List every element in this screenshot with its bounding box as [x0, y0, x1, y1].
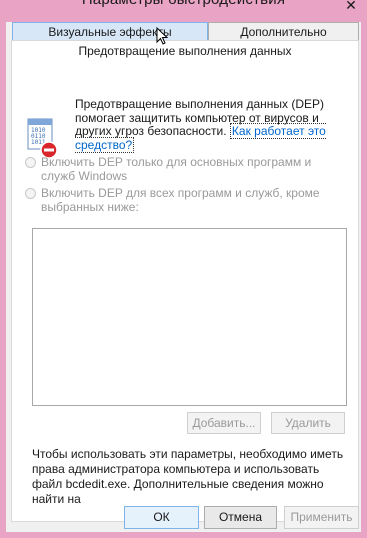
remove-button[interactable]: Удалить: [271, 412, 345, 434]
mouse-cursor-icon: [156, 26, 169, 45]
add-button[interactable]: Добавить...: [187, 412, 261, 434]
apply-button[interactable]: Применить: [284, 506, 359, 529]
tab-visual-effects[interactable]: Визуальные эффекты: [12, 22, 208, 41]
radio-button[interactable]: [25, 157, 36, 168]
exceptions-list[interactable]: [32, 228, 347, 406]
cancel-button[interactable]: Отмена: [204, 506, 277, 529]
section-title: Предотвращение выполнения данных: [78, 44, 292, 58]
ok-button[interactable]: ОК: [124, 506, 199, 529]
tab-advanced[interactable]: Дополнительно: [208, 22, 359, 41]
tab-panel: Предотвращение выполнения данных 1010 01…: [11, 40, 359, 522]
title-bar[interactable]: Параметры быстродействия ✕: [0, 0, 367, 14]
close-button[interactable]: ✕: [339, 0, 363, 14]
admin-info-text: Чтобы использовать эти параметры, необхо…: [32, 447, 344, 506]
radio-button[interactable]: [25, 188, 36, 199]
performance-options-window: Параметры быстродействия ✕ Визуальные эф…: [0, 0, 367, 538]
radio-label: Включить DEP только для основных програм…: [41, 155, 312, 183]
window-title: Параметры быстродействия: [0, 0, 367, 8]
dep-description: Предотвращение выполнения данных (DEP) п…: [75, 97, 350, 153]
radio-label: Включить DEP для всех программ и служб, …: [41, 186, 320, 214]
dialog-client-area: Визуальные эффекты Дополнительно Предотв…: [6, 22, 361, 532]
